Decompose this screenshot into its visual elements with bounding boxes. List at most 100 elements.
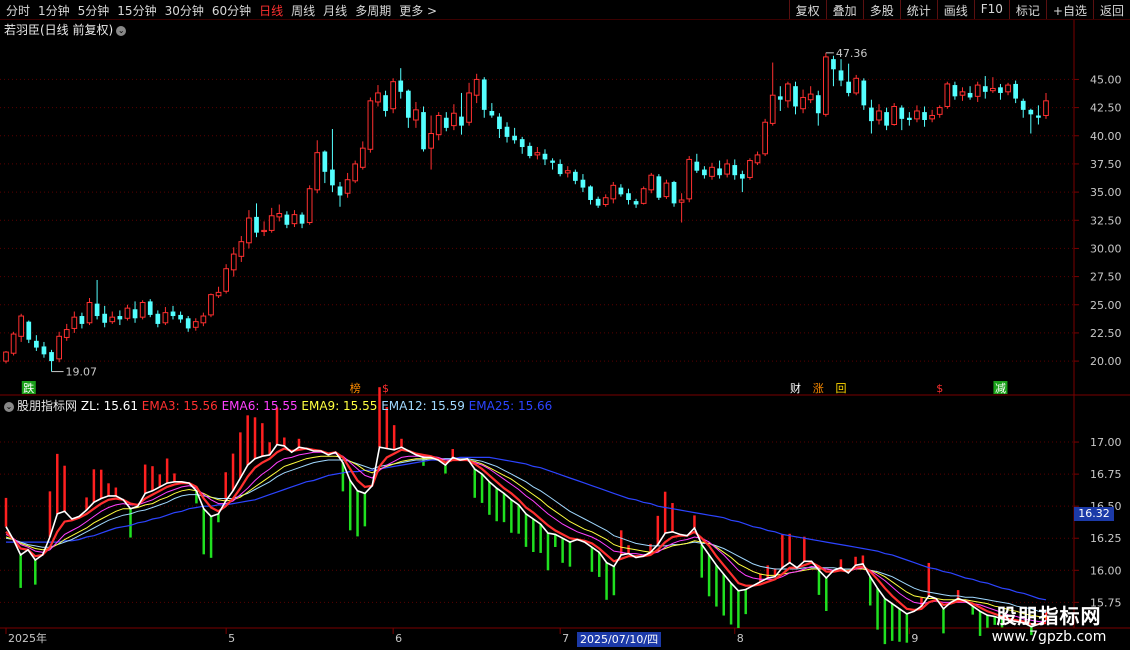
candle-body-up bbox=[223, 268, 229, 292]
candle-body-down bbox=[694, 161, 700, 171]
time-axis: 2025年 5 6 7 8 9 bbox=[5, 628, 918, 645]
legend-item-4: EMA12: 15.59 bbox=[377, 399, 465, 413]
price-tick-label: 22.50 bbox=[1090, 327, 1122, 340]
candle-body-down bbox=[527, 145, 533, 157]
time-label: 9 bbox=[911, 632, 918, 645]
candle-body-up bbox=[564, 170, 571, 174]
candle-body-up bbox=[929, 114, 935, 120]
candle-body-down bbox=[1013, 83, 1018, 99]
candle-body-up bbox=[663, 182, 670, 198]
candle-body-up bbox=[71, 316, 78, 329]
candle-body-down bbox=[595, 198, 601, 206]
candle-body-down bbox=[504, 126, 510, 137]
candle-body-down bbox=[580, 179, 586, 188]
legend-item-5: EMA25: 15.66 bbox=[464, 399, 553, 413]
candle-body-down bbox=[41, 346, 47, 355]
candle-body-up bbox=[466, 92, 472, 123]
candle-body-up bbox=[602, 197, 609, 205]
candle-body-down bbox=[398, 80, 404, 92]
candle-body-down bbox=[1028, 109, 1034, 115]
candle-body-up bbox=[291, 214, 298, 225]
main-price-axis: 45.00 42.50 40.00 37.50 35.00 32.50 30.00 27.50… bbox=[1074, 73, 1122, 368]
price-tick-label: 20.00 bbox=[1090, 355, 1122, 368]
candle-body-down bbox=[155, 313, 161, 324]
candle-body-down bbox=[147, 301, 153, 315]
candle-body-up bbox=[936, 107, 943, 115]
candle-body-down bbox=[185, 318, 191, 329]
price-tick-label: 27.50 bbox=[1090, 271, 1122, 284]
candle-body-down bbox=[831, 59, 836, 70]
price-tick-label: 45.00 bbox=[1090, 73, 1122, 86]
candle-body-down bbox=[383, 95, 388, 111]
price-tick-label: 37.50 bbox=[1090, 158, 1122, 171]
candle-body-down bbox=[922, 112, 927, 120]
price-tick-label: 30.00 bbox=[1090, 242, 1122, 255]
candle-body-up bbox=[823, 56, 829, 115]
candle-body-up bbox=[914, 110, 920, 120]
candle-body-up bbox=[640, 188, 647, 204]
candlestick-series bbox=[3, 52, 1049, 372]
candle-body-down bbox=[815, 95, 821, 114]
watermark-url: www.7gpzb.com bbox=[991, 629, 1107, 645]
candle-body-down bbox=[1036, 115, 1041, 118]
candle-body-down bbox=[777, 96, 783, 100]
candle-body-up bbox=[109, 316, 116, 323]
candle-body-up bbox=[367, 100, 374, 150]
candle-body-up bbox=[800, 96, 806, 110]
candle-body-up bbox=[785, 83, 791, 102]
candle-body-down bbox=[79, 316, 85, 324]
price-tick-label: 42.50 bbox=[1090, 102, 1122, 115]
candle-body-down bbox=[626, 193, 631, 200]
candle-body-up bbox=[709, 166, 715, 177]
candle-body-up bbox=[10, 333, 17, 354]
indicator-tick-label: 16.25 bbox=[1090, 532, 1122, 545]
watermark-title: 股朋指标网 bbox=[996, 604, 1102, 628]
candle-body-up bbox=[876, 110, 882, 121]
candle-body-down bbox=[838, 70, 844, 81]
candle-body-up bbox=[86, 302, 93, 324]
candle-body-down bbox=[443, 117, 449, 128]
event-marker: 回 bbox=[836, 382, 847, 395]
candle-body-down bbox=[102, 313, 108, 323]
candle-body-down bbox=[869, 107, 874, 122]
candle-body-down bbox=[998, 87, 1003, 93]
candle-body-up bbox=[435, 114, 442, 136]
candle-body-up bbox=[390, 81, 397, 110]
legend-item-0: ZL: 15.61 bbox=[80, 399, 138, 413]
candle-body-down bbox=[330, 169, 335, 186]
candle-body-down bbox=[254, 216, 259, 233]
candle-body-up bbox=[162, 312, 169, 324]
candle-body-up bbox=[747, 160, 753, 178]
candle-body-up bbox=[959, 91, 966, 96]
candle-body-up bbox=[352, 163, 359, 182]
candle-body-down bbox=[170, 311, 176, 317]
candle-body-up bbox=[1043, 100, 1049, 116]
event-marker: 涨 bbox=[813, 382, 824, 395]
candle-body-up bbox=[990, 87, 996, 92]
candle-body-down bbox=[739, 174, 745, 179]
candle-body-down bbox=[542, 153, 548, 160]
candle-body-up bbox=[534, 152, 541, 156]
candle-body-up bbox=[268, 215, 275, 231]
candle-body-up bbox=[314, 152, 321, 191]
indicator-legend[interactable]: ⌄ 股朋指标网 ZL: 15.61 EMA3: 15.56 EMA6: 15.55… bbox=[4, 397, 552, 414]
candle-body-down bbox=[884, 112, 889, 126]
candle-body-up bbox=[124, 307, 131, 319]
price-tick-label: 40.00 bbox=[1090, 130, 1122, 143]
high-price-label: 47.36 bbox=[836, 47, 868, 60]
candle-body-up bbox=[200, 315, 207, 324]
indicator-axis: 17.0016.7516.5016.2516.0015.75 bbox=[1074, 436, 1122, 609]
candle-body-down bbox=[322, 151, 328, 172]
candle-body-up bbox=[853, 77, 860, 94]
candle-body-down bbox=[299, 214, 305, 224]
candle-body-up bbox=[413, 109, 419, 121]
chart-area[interactable]: 45.00 42.50 40.00 37.50 35.00 32.50 30.00 27.50… bbox=[0, 0, 1130, 650]
candle-body-down bbox=[421, 112, 426, 150]
candle-body-up bbox=[944, 83, 951, 107]
event-markers: 47.36 19.07 跌 榜 $ 财涨回 $ 减 bbox=[21, 47, 1008, 395]
event-marker: 榜 bbox=[350, 381, 361, 395]
candle-body-down bbox=[717, 168, 722, 176]
candle-body-down bbox=[178, 314, 183, 320]
indicator-menu-icon[interactable]: ⌄ bbox=[4, 401, 14, 412]
candle-body-up bbox=[18, 315, 25, 337]
